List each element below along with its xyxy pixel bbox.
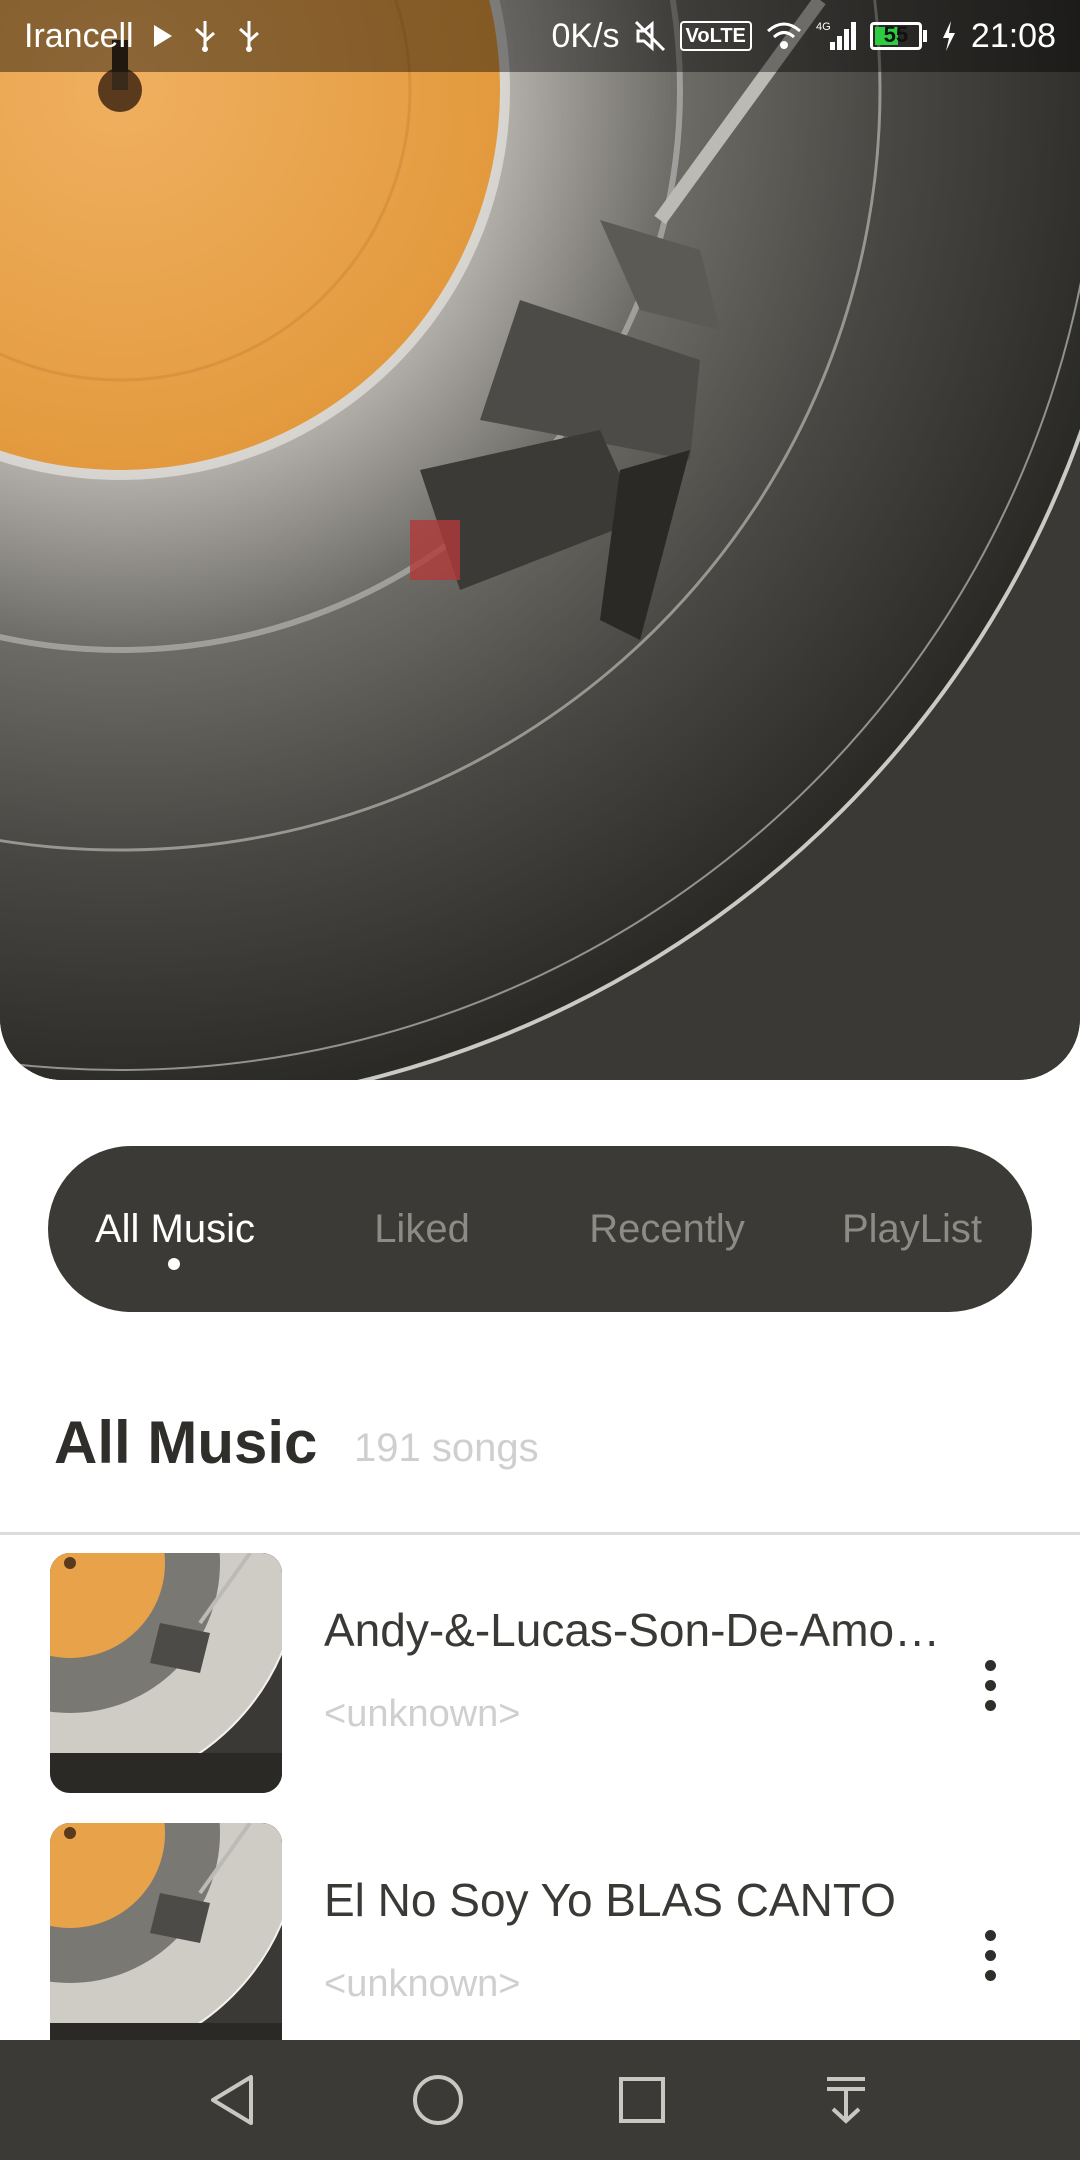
hero-album-art: [0, 0, 1080, 1080]
song-artist: <unknown>: [324, 1963, 521, 2005]
network-speed: 0K/s: [551, 16, 620, 55]
more-options-icon[interactable]: [966, 1645, 1014, 1725]
system-nav-bar: [0, 2040, 1080, 2160]
status-bar: Irancell 0K/s VoLTE 4G 55 21:08: [0, 0, 1080, 72]
usb-icon: [192, 19, 218, 53]
tab-all-music[interactable]: All Music: [48, 1146, 302, 1312]
tab-recently[interactable]: Recently: [542, 1146, 792, 1312]
usb-icon: [236, 19, 262, 53]
tab-bar: All Music Liked Recently PlayList: [48, 1146, 1032, 1312]
recents-icon[interactable]: [582, 2040, 702, 2160]
song-row[interactable]: Andy-&-Lucas-Son-De-Amor... <unknown>: [0, 1553, 1080, 1823]
clock: 21:08: [970, 16, 1056, 55]
charging-icon: [941, 21, 957, 51]
song-thumbnail: [50, 1823, 282, 2040]
play-icon: [152, 23, 174, 49]
active-tab-indicator: [168, 1258, 180, 1270]
tab-label: Recently: [589, 1206, 745, 1251]
song-thumbnail: [50, 1553, 282, 1793]
song-title: El No Soy Yo BLAS CANTO: [324, 1874, 896, 1926]
tab-liked[interactable]: Liked: [302, 1146, 542, 1312]
signal-icon: 4G: [816, 20, 856, 52]
more-options-icon[interactable]: [966, 1915, 1014, 1995]
song-title: Andy-&-Lucas-Son-De-Amor...: [324, 1604, 944, 1656]
battery-icon: 55: [869, 22, 927, 50]
song-count: 191 songs: [354, 1426, 539, 1470]
song-row[interactable]: El No Soy Yo BLAS CANTO <unknown>: [0, 1823, 1080, 2040]
song-list: Andy-&-Lucas-Son-De-Amor... <unknown> El…: [0, 1535, 1080, 2040]
tab-label: All Music: [94, 1206, 256, 1251]
vinyl-record-illustration: [0, 0, 1080, 1080]
battery-level: 55: [883, 22, 909, 47]
wifi-icon: [766, 21, 802, 51]
section-title: All Music: [54, 1409, 318, 1476]
mute-icon: [634, 20, 666, 52]
back-icon[interactable]: [172, 2040, 292, 2160]
volte-badge: VoLTE: [679, 21, 752, 51]
network-type: 4G: [816, 21, 831, 33]
home-icon[interactable]: [378, 2040, 498, 2160]
tab-playlist[interactable]: PlayList: [792, 1146, 1032, 1312]
tab-label: Liked: [374, 1206, 470, 1251]
carrier-name: Irancell: [24, 16, 134, 55]
song-artist: <unknown>: [324, 1693, 521, 1735]
tab-label: PlayList: [841, 1206, 983, 1251]
notification-pull-icon[interactable]: [786, 2040, 906, 2160]
